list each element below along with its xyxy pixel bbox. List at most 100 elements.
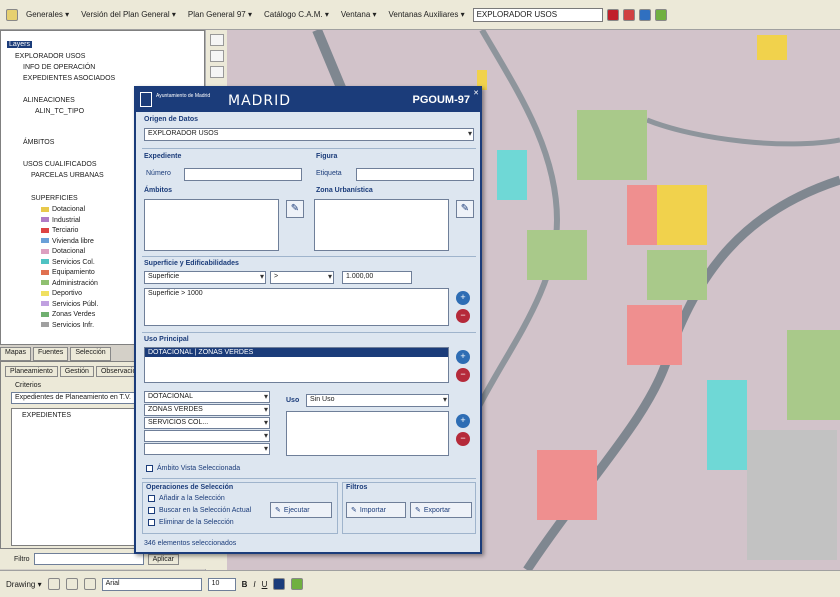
legend-swatch	[41, 290, 49, 296]
toc-item[interactable]: PARCELAS URBANAS	[31, 172, 104, 179]
superficie-value-input[interactable]: 1.000,00	[342, 271, 412, 284]
superficies-label: Superficie y Edificabilidades	[144, 260, 239, 267]
ejecutar-button[interactable]: ✎ Ejecutar	[270, 502, 332, 518]
drawing-toolbar: Drawing ▾ Arial 10 B I U	[0, 570, 840, 597]
tab-gestion[interactable]: Gestión	[59, 366, 94, 377]
uso-option-select[interactable]: ZONAS VERDES	[144, 404, 270, 416]
numero-input[interactable]	[184, 168, 302, 181]
list-item[interactable]: DOTACIONAL | ZONAS VERDES	[145, 348, 448, 357]
uso-option-select[interactable]: SERVICIOS COL...	[144, 417, 270, 429]
add-uso-button[interactable]: +	[456, 350, 470, 364]
font-select[interactable]: Arial	[101, 577, 202, 591]
full-extent-icon[interactable]	[209, 66, 224, 78]
menu-generales[interactable]: Generales ▾	[22, 9, 73, 20]
exportar-button[interactable]: ✎ Exportar	[410, 502, 472, 518]
menu-plan-general-97[interactable]: Plan General 97 ▾	[184, 9, 256, 20]
superficie-field-select[interactable]: Superficie	[144, 271, 266, 284]
zona-list[interactable]	[314, 199, 449, 251]
underline-button[interactable]: U	[262, 580, 268, 589]
superficie-expression-list[interactable]: Superficie > 1000	[144, 288, 449, 326]
remove-uso-detail-button[interactable]: −	[456, 432, 470, 446]
toc-item[interactable]: SUPERFICIES	[31, 195, 78, 202]
menu-ventanas-auxiliares[interactable]: Ventanas Auxiliares ▾	[385, 9, 469, 20]
etiqueta-input[interactable]	[356, 168, 474, 181]
legend-item: Equipamiento	[41, 269, 95, 276]
legend-item: Servicios Col.	[41, 259, 95, 266]
legend-item: Industrial	[41, 217, 80, 224]
legend-item: Zonas Verdes	[41, 311, 95, 318]
add-condition-button[interactable]: +	[456, 291, 470, 305]
run-icon: ✎	[275, 507, 281, 514]
apply-button[interactable]: Aplicar	[147, 553, 179, 565]
filtros-label: Filtros	[346, 484, 368, 491]
legend-item: Administración	[41, 280, 98, 287]
fill-color-icon[interactable]	[291, 578, 304, 590]
font-color-icon[interactable]	[273, 578, 286, 590]
close-icon[interactable]: ✕	[473, 89, 479, 97]
rectangle-icon[interactable]	[65, 578, 78, 590]
toc-item[interactable]: ALINEACIONES	[23, 97, 75, 104]
ambitos-pick-button[interactable]: ✎	[286, 200, 304, 218]
list-item[interactable]: Superficie > 1000	[148, 290, 445, 297]
origen-select[interactable]: EXPLORADOR USOS	[144, 128, 474, 141]
zoom-in-icon[interactable]	[209, 34, 224, 46]
tab-seleccion[interactable]: Selección	[70, 347, 111, 361]
toc-item[interactable]: EXPEDIENTES ASOCIADOS	[23, 75, 115, 82]
pencil-icon[interactable]	[654, 8, 667, 21]
zoom-out-icon[interactable]	[209, 50, 224, 62]
bookmark-icon[interactable]	[622, 8, 635, 21]
toc-item[interactable]: EXPLORADOR USOS	[15, 53, 85, 60]
uso-list[interactable]	[286, 411, 449, 456]
search-selection-checkbox[interactable]: Buscar en la Selección Actual	[148, 507, 251, 514]
italic-button[interactable]: I	[253, 580, 255, 589]
legend-item: Dotacional	[41, 248, 85, 255]
legend-swatch	[41, 206, 49, 212]
filter-label: Filtro	[14, 555, 30, 563]
ops-label: Operaciones de Selección	[146, 484, 234, 491]
add-selection-checkbox[interactable]: Añadir a la Selección	[148, 495, 225, 502]
tab-fuentes[interactable]: Fuentes	[33, 347, 69, 361]
tab-mapas[interactable]: Mapas	[0, 347, 32, 361]
remove-condition-button[interactable]: −	[456, 309, 470, 323]
drawing-menu[interactable]: Drawing ▾	[6, 580, 42, 589]
toc-item[interactable]: INFO DE OPERACIÓN	[23, 64, 95, 71]
text-icon[interactable]	[83, 578, 96, 590]
remove-selection-checkbox[interactable]: Eliminar de la Selección	[148, 519, 234, 526]
expediente-label: Expediente	[144, 153, 182, 160]
globe-icon[interactable]	[638, 8, 651, 21]
toc-item[interactable]: USOS CUALIFICADOS	[23, 161, 97, 168]
etiqueta-label: Etiqueta	[316, 170, 342, 177]
legend-label: Deportivo	[52, 290, 82, 297]
uso-option-select[interactable]	[144, 443, 270, 455]
tab-planeamiento[interactable]: Planeamiento	[5, 366, 58, 377]
layer-select[interactable]: EXPLORADOR USOS	[472, 7, 603, 22]
legend-label: Dotacional	[52, 206, 86, 213]
bold-button[interactable]: B	[242, 580, 248, 589]
zona-pick-button[interactable]: ✎	[456, 200, 474, 218]
remove-uso-button[interactable]: −	[456, 368, 470, 382]
stop-icon[interactable]	[606, 8, 619, 21]
top-toolbar: Generales ▾ Versión del Plan General ▾ P…	[0, 0, 840, 30]
legend-item: Deportivo	[41, 290, 82, 297]
ambitos-list[interactable]	[144, 199, 279, 251]
legend-label: Servicios Públ.	[52, 300, 99, 308]
menu-catalogo-cam[interactable]: Catálogo C.A.M. ▾	[260, 9, 333, 20]
uso-select[interactable]: Sin Uso	[306, 394, 449, 407]
menu-ventana[interactable]: Ventana ▾	[337, 9, 381, 20]
layers-root[interactable]: Layers	[7, 41, 33, 48]
font-size-select[interactable]: 10	[207, 577, 236, 591]
operator-select[interactable]: >	[270, 271, 334, 284]
uso-principal-list[interactable]: DOTACIONAL | ZONAS VERDES	[144, 347, 449, 383]
toc-tabs: Mapas Fuentes Selección	[0, 347, 111, 361]
filter-input[interactable]	[33, 553, 144, 565]
pointer-icon[interactable]	[47, 578, 60, 590]
uso-option-select[interactable]: DOTACIONAL	[144, 391, 270, 403]
ambito-vista-checkbox[interactable]: Ámbito Vista Seleccionada	[146, 465, 240, 472]
legend-label: Zonas Verdes	[52, 311, 96, 318]
add-uso-detail-button[interactable]: +	[456, 414, 470, 428]
importar-button[interactable]: ✎ Importar	[346, 502, 406, 518]
uso-option-select[interactable]	[144, 430, 270, 442]
dialog-title-bar: Ayuntamiento de Madrid MADRID PGOUM-97 ✕	[136, 88, 480, 112]
menu-version-plan[interactable]: Versión del Plan General ▾	[77, 9, 180, 20]
toc-item[interactable]: ÁMBITOS	[23, 139, 54, 146]
